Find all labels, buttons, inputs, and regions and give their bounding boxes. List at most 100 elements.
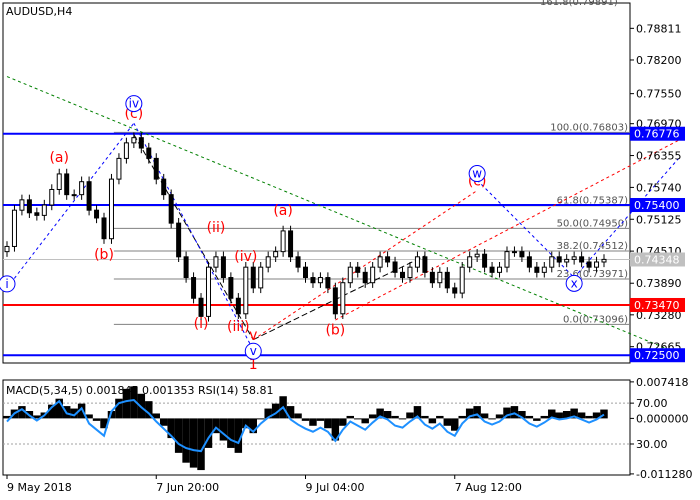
candle-body [407, 266, 413, 279]
wave-label-blue: w [472, 167, 482, 181]
macd-bar [488, 418, 496, 420]
candle-body [235, 297, 241, 315]
candle-body [41, 204, 47, 216]
price-tag-label: 0.74348 [634, 254, 680, 267]
wave-label-red: v [249, 328, 257, 344]
indicator-tick-label: 70.00 [636, 397, 668, 410]
candle-body [310, 277, 316, 284]
candle-body [482, 253, 488, 268]
price-tag-label: 0.72500 [634, 349, 680, 362]
candle-body [123, 142, 129, 159]
candle-body [564, 258, 570, 263]
candle-body [571, 256, 577, 260]
candle-body [191, 277, 197, 299]
candle-body [437, 271, 443, 284]
wave-label-red: (b) [325, 323, 345, 339]
candle-body [332, 287, 338, 315]
candle-body [355, 266, 361, 273]
candle-body [146, 147, 152, 159]
price-tag-label: 0.73470 [634, 299, 680, 312]
candle-body [497, 266, 503, 273]
macd-bar [219, 418, 228, 441]
candle-body [474, 253, 480, 258]
macd-bar [159, 418, 168, 426]
macd-bar [525, 415, 534, 419]
macd-bar [301, 418, 310, 421]
candle-body [273, 251, 279, 258]
macd-bar [316, 418, 325, 421]
macd-bar [391, 415, 399, 419]
macd-bar [533, 418, 541, 421]
candle-body [108, 178, 114, 240]
wave-label-red: (b) [94, 247, 114, 263]
candle-body [347, 266, 353, 284]
macd-bar [92, 418, 101, 421]
macd-bar [383, 411, 392, 419]
indicator-tick-label: 0.007418 [636, 376, 689, 389]
candle-body [526, 256, 532, 268]
candle-body [429, 271, 435, 284]
candle-body [452, 287, 458, 294]
wave-label-blue: x [571, 276, 578, 290]
candle-body [198, 297, 204, 317]
candle-body [11, 209, 17, 247]
wave-label-blue: iv [129, 97, 139, 111]
macd-bar [443, 418, 452, 426]
macd-bar [256, 418, 265, 420]
candle-body [594, 261, 600, 268]
wave-label-red: (a) [273, 203, 293, 219]
price-tick-label: 0.75740 [636, 181, 682, 194]
candle-body [176, 222, 182, 258]
candle-body [4, 245, 10, 253]
macd-bar [555, 412, 563, 419]
price-tick-label: 0.73890 [636, 277, 682, 290]
macd-bar [406, 412, 414, 419]
macd-bar [339, 418, 347, 426]
macd-bar [436, 415, 444, 419]
candle-body [205, 266, 211, 317]
macd-bar [421, 415, 429, 419]
candle-body [138, 137, 144, 149]
candle-body [265, 256, 271, 268]
price-chart[interactable]: 100.0(0.76803)61.8(0.75387)50.0(0.74950)… [0, 0, 700, 500]
candle-body [444, 271, 450, 289]
candle-body [317, 277, 323, 284]
candle-body [556, 256, 562, 263]
candle-body [377, 256, 383, 268]
candle-body [280, 230, 286, 253]
indicator-label: MACD(5,34,5) 0.001845 0.001353 RSI(14) 5… [6, 384, 273, 397]
candle-body [385, 256, 391, 263]
macd-bar [495, 414, 504, 419]
candle-body [601, 258, 607, 263]
candle-body [86, 181, 92, 211]
macd-bar [189, 418, 198, 468]
candle-body [258, 266, 264, 289]
candle-body [34, 212, 40, 216]
time-tick-label: 9 May 2018 [7, 481, 72, 494]
candle-body [467, 256, 473, 268]
macd-bar [510, 406, 519, 419]
price-tag-label: 0.76776 [634, 128, 680, 141]
candle-body [213, 256, 219, 268]
macd-bar [354, 418, 362, 420]
wave-label-blue: v [250, 344, 257, 358]
candle-body [161, 178, 167, 196]
candle-body [116, 157, 122, 180]
candle-body [340, 282, 346, 315]
time-tick-label: 7 Aug 12:00 [455, 481, 522, 494]
candle-body [64, 173, 70, 196]
candle-body [220, 256, 226, 279]
wave-label-red: (a) [49, 150, 69, 166]
top-fib-label: 161.8(0.79891) [540, 0, 618, 8]
price-tick-label: 0.76355 [636, 150, 682, 163]
macd-bar [309, 418, 317, 426]
candle-body [56, 173, 62, 190]
price-tag-label: 0.75400 [634, 199, 680, 212]
candle-body [303, 266, 308, 279]
candle-body [579, 256, 585, 263]
candle-body [519, 251, 525, 258]
candle-body [79, 181, 85, 196]
candle-body [504, 251, 510, 268]
candle-body [228, 277, 234, 299]
wave-label-blue: i [5, 277, 8, 291]
